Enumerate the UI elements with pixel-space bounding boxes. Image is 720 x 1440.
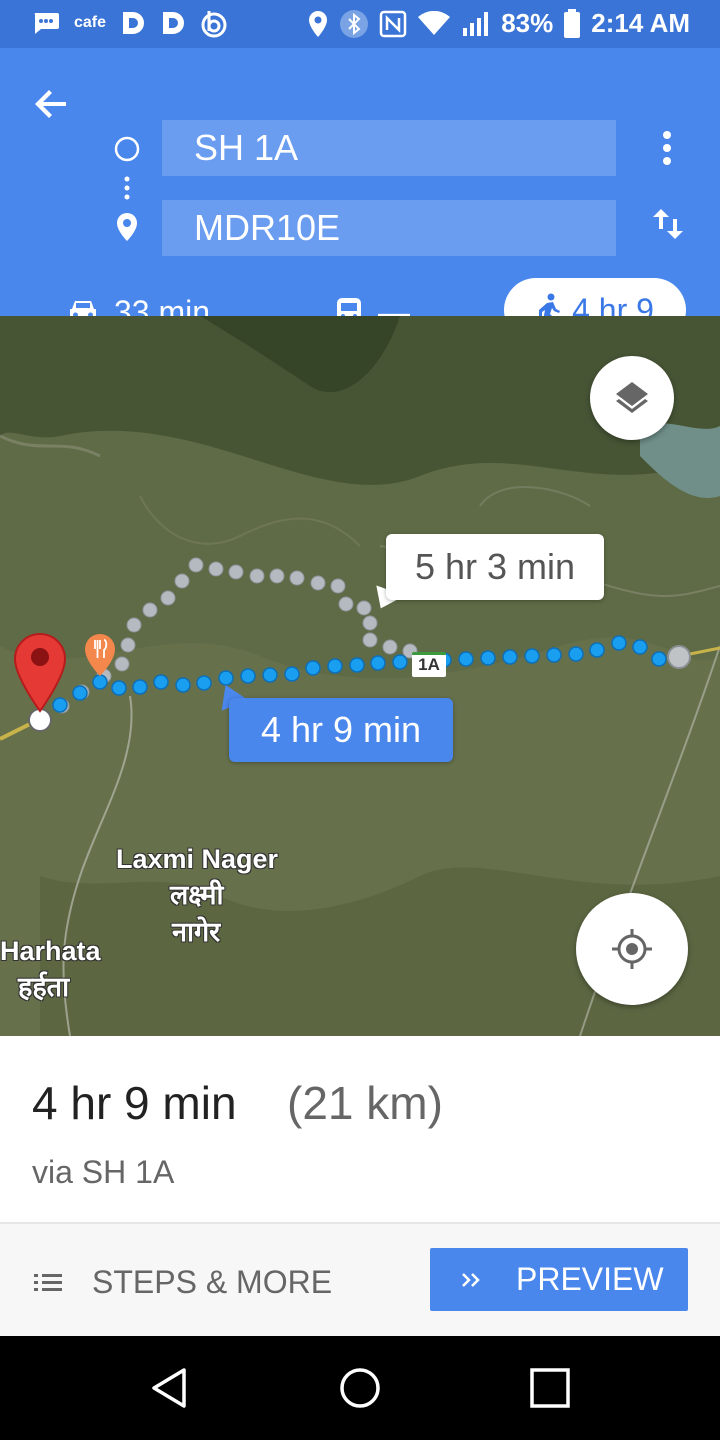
square-recents-icon	[530, 1368, 570, 1408]
nav-home-button[interactable]	[338, 1366, 382, 1410]
place-name-local: हर्हता	[18, 972, 70, 1002]
signal-icon	[461, 10, 491, 38]
d-app-icon	[160, 10, 186, 36]
origin-field[interactable]: SH 1A	[162, 120, 616, 176]
circle-home-icon	[340, 1368, 380, 1408]
place-label-harhata[interactable]: Harhata हर्हता	[0, 936, 101, 1004]
directions-header: SH 1A MDR10E 33 min — 4 hr 9	[0, 48, 720, 342]
route-distance: (21 km)	[287, 1077, 443, 1129]
origin-circle-icon	[114, 136, 140, 162]
swap-vert-icon	[653, 209, 683, 239]
double-chevron-icon	[462, 1272, 480, 1287]
road-shield: 1A	[412, 652, 446, 677]
route-dots-icon	[124, 176, 130, 200]
route-via: via SH 1A	[32, 1154, 175, 1190]
steps-and-more-button[interactable]: STEPS & MORE	[34, 1264, 332, 1301]
back-button[interactable]	[30, 82, 74, 126]
wifi-icon	[417, 10, 451, 37]
nav-recents-button[interactable]	[528, 1366, 572, 1410]
place-name-local: लक्ष्मी	[170, 880, 224, 910]
my-location-icon	[612, 929, 652, 969]
place-label-laxmi-nager[interactable]: Laxmi Nager लक्ष्मी नागेर	[116, 844, 278, 949]
b-app-icon	[200, 8, 228, 38]
layers-button[interactable]	[590, 356, 674, 440]
destination-dot	[667, 645, 691, 669]
location-icon	[307, 10, 329, 38]
bluetooth-icon	[339, 9, 369, 39]
route-summary[interactable]: 4 hr 9 min (21 km) via SH 1A	[0, 1036, 720, 1222]
preview-button[interactable]: PREVIEW	[430, 1248, 688, 1311]
preview-label: PREVIEW	[516, 1261, 664, 1297]
main-route-label[interactable]: 4 hr 9 min	[229, 698, 453, 762]
d-app-icon	[120, 10, 146, 36]
chat-icon	[32, 11, 60, 35]
steps-label: STEPS & MORE	[92, 1264, 333, 1300]
more-vert-icon	[663, 131, 671, 165]
battery-percent: 83%	[501, 8, 554, 38]
destination-pin-icon	[113, 212, 141, 242]
more-options-button[interactable]	[652, 128, 682, 168]
clock: 2:14 AM	[591, 8, 690, 38]
route-duration: 4 hr 9 min	[32, 1077, 237, 1129]
layers-icon	[616, 382, 648, 413]
arrow-back-icon	[35, 90, 66, 118]
place-name: Harhata	[0, 936, 101, 966]
place-name-local: नागेर	[172, 917, 221, 947]
alt-route-label[interactable]: 5 hr 3 min	[386, 534, 604, 600]
action-bar: STEPS & MORE PREVIEW	[0, 1224, 720, 1336]
triangle-back-icon	[152, 1368, 186, 1408]
battery-icon	[563, 8, 581, 39]
my-location-button[interactable]	[576, 893, 688, 1005]
place-name: Laxmi Nager	[116, 844, 279, 874]
status-bar: cafe 83% 2:14 AM	[0, 0, 720, 48]
system-nav-bar	[0, 1336, 720, 1440]
nav-back-button[interactable]	[148, 1366, 192, 1410]
list-icon	[34, 1273, 62, 1291]
destination-field[interactable]: MDR10E	[162, 200, 616, 256]
nfc-icon	[379, 10, 407, 38]
cafe-icon: cafe	[74, 14, 107, 31]
swap-button[interactable]	[648, 204, 688, 244]
